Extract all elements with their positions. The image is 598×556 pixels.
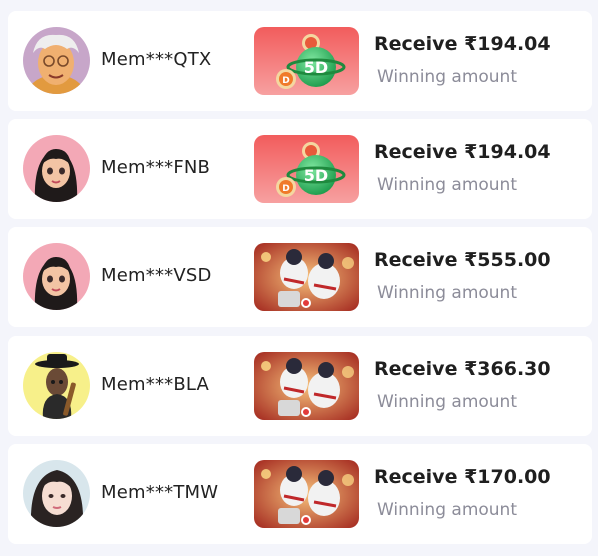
username: Mem***TMW <box>101 482 219 503</box>
winner-card[interactable]: Mem***BLA Receive ₹366.30 Winning amount <box>8 336 592 436</box>
winner-card[interactable]: Mem***VSD Receive ₹555.00 Winning amount <box>8 227 592 327</box>
winning-amount-label: Winning amount <box>377 500 517 520</box>
game-thumbnail-baseball-slot[interactable] <box>254 460 359 528</box>
receive-amount: Receive ₹194.04 <box>374 141 551 163</box>
receive-amount: Receive ₹194.04 <box>374 33 551 55</box>
winning-amount-label: Winning amount <box>377 175 517 195</box>
svg-text:D: D <box>282 184 289 194</box>
user-avatar <box>23 27 90 94</box>
winners-list: Mem***QTX 5D D Receive ₹194.04 Winning a… <box>0 0 598 556</box>
username: Mem***BLA <box>101 374 210 395</box>
receive-amount: Receive ₹366.30 <box>374 358 551 380</box>
username: Mem***VSD <box>101 265 212 286</box>
receive-amount: Receive ₹555.00 <box>374 249 551 271</box>
user-avatar <box>23 352 90 419</box>
svg-text:5D: 5D <box>304 166 328 185</box>
svg-text:D: D <box>282 76 289 86</box>
receive-amount: Receive ₹170.00 <box>374 466 551 488</box>
winning-amount-label: Winning amount <box>377 67 517 87</box>
winner-card[interactable]: Mem***TMW Receive ₹170.00 Winning amount <box>8 444 592 544</box>
username: Mem***QTX <box>101 49 212 70</box>
game-thumbnail-baseball-slot[interactable] <box>254 243 359 311</box>
game-thumbnail-5d-lottery[interactable]: 5D D <box>254 27 359 95</box>
user-avatar <box>23 460 90 527</box>
username: Mem***FNB <box>101 157 211 178</box>
user-avatar <box>23 135 90 202</box>
winner-card[interactable]: Mem***QTX 5D D Receive ₹194.04 Winning a… <box>8 11 592 111</box>
user-avatar <box>23 243 90 310</box>
game-thumbnail-baseball-slot[interactable] <box>254 352 359 420</box>
svg-text:5D: 5D <box>304 58 328 77</box>
game-thumbnail-5d-lottery[interactable]: 5D D <box>254 135 359 203</box>
winning-amount-label: Winning amount <box>377 283 517 303</box>
winner-card[interactable]: Mem***FNB 5D D Receive ₹194.04 Winning a… <box>8 119 592 219</box>
winning-amount-label: Winning amount <box>377 392 517 412</box>
